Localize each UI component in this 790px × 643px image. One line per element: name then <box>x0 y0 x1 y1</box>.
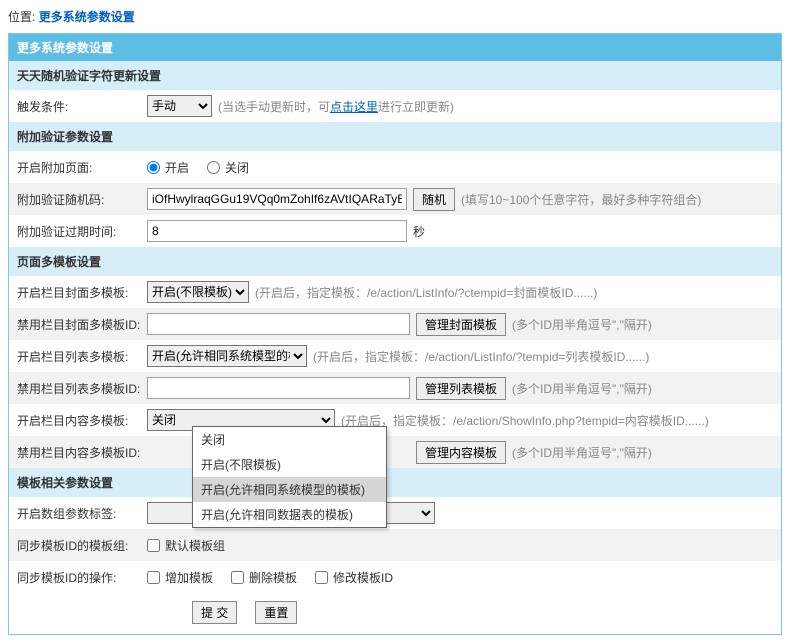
cover-open-select[interactable]: 开启(不限模板) <box>147 281 249 303</box>
loc-label: 位置: <box>8 10 35 24</box>
content-open-note: (开启后，指定模板：/e/action/ShowInfo.php?tempid=… <box>341 412 709 429</box>
code-label: 附加验证随机码: <box>17 191 147 208</box>
content-disable-label: 禁用栏目内容多模板ID: <box>17 444 147 461</box>
list-disable-note: (多个ID用半角逗号","隔开) <box>512 380 652 397</box>
section-multitpl-title: 页面多模板设置 <box>9 247 781 276</box>
manage-content-button[interactable]: 管理内容模板 <box>416 441 506 464</box>
form-buttons: 提 交 重置 <box>9 593 781 634</box>
dd-option-close[interactable]: 关闭 <box>193 427 386 452</box>
content-open-dropdown[interactable]: 关闭 开启(不限模板) 开启(允许相同系统模型的模板) 开启(允许相同数据表的模… <box>192 426 387 528</box>
cover-disable-label: 禁用栏目封面多模板ID: <box>17 316 147 333</box>
code-note: (填写10~100个任意字符，最好多种字符组合) <box>461 191 701 208</box>
chk-mod-tpl[interactable]: 修改模板ID <box>315 569 393 586</box>
content-open-label: 开启栏目内容多模板: <box>17 412 147 429</box>
dd-option-unlimited[interactable]: 开启(不限模板) <box>193 452 386 477</box>
list-open-label: 开启栏目列表多模板: <box>17 348 147 365</box>
dd-option-same-model[interactable]: 开启(允许相同系统模型的模板) <box>193 477 386 502</box>
array-tag-label: 开启数组参数标签: <box>17 505 147 522</box>
cover-disable-note: (多个ID用半角逗号","隔开) <box>512 316 652 333</box>
cover-disable-input[interactable] <box>147 313 410 335</box>
loc-value: 更多系统参数设置 <box>39 10 135 24</box>
radio-open-input[interactable] <box>147 161 160 174</box>
expire-input[interactable] <box>147 220 407 242</box>
radio-close-input[interactable] <box>207 161 220 174</box>
content-disable-note: (多个ID用半角逗号","隔开) <box>512 444 652 461</box>
update-now-link[interactable]: 点击这里 <box>330 100 378 114</box>
radio-open[interactable]: 开启 <box>147 159 189 176</box>
manage-list-button[interactable]: 管理列表模板 <box>416 377 506 400</box>
code-input[interactable] <box>147 188 407 210</box>
cover-open-note: (开启后，指定模板：/e/action/ListInfo/?ctempid=封面… <box>255 284 597 301</box>
trigger-note: (当选手动更新时，可点击这里进行立即更新) <box>218 98 454 115</box>
section-tplparam-title: 模板相关参数设置 <box>9 468 781 497</box>
submit-button[interactable]: 提 交 <box>192 601 237 624</box>
random-button[interactable]: 随机 <box>413 188 455 211</box>
panel-title: 更多系统参数设置 <box>9 34 781 61</box>
sync-op-label: 同步模板ID的操作: <box>17 569 147 586</box>
section-addon-title: 附加验证参数设置 <box>9 122 781 151</box>
section-verify-title: 天天随机验证字符更新设置 <box>9 61 781 90</box>
list-disable-input[interactable] <box>147 377 410 399</box>
chk-del-tpl[interactable]: 删除模板 <box>231 569 297 586</box>
chk-add-tpl[interactable]: 增加模板 <box>147 569 213 586</box>
expire-label: 附加验证过期时间: <box>17 223 147 240</box>
settings-panel: 更多系统参数设置 天天随机验证字符更新设置 触发条件: 手动 (当选手动更新时，… <box>8 33 782 635</box>
breadcrumb: 位置: 更多系统参数设置 <box>8 8 782 25</box>
manage-cover-button[interactable]: 管理封面模板 <box>416 313 506 336</box>
cover-open-label: 开启栏目封面多模板: <box>17 284 147 301</box>
radio-close[interactable]: 关闭 <box>207 159 249 176</box>
open-addon-label: 开启附加页面: <box>17 159 147 176</box>
list-open-select[interactable]: 开启(允许相同系统模型的模板) <box>147 345 307 367</box>
trigger-select[interactable]: 手动 <box>147 95 212 117</box>
sync-group-label: 同步模板ID的模板组: <box>17 537 147 554</box>
trigger-label: 触发条件: <box>17 98 147 115</box>
chk-default-group[interactable]: 默认模板组 <box>147 537 225 554</box>
dd-option-same-table[interactable]: 开启(允许相同数据表的模板) <box>193 502 386 527</box>
list-open-note: (开启后，指定模板：/e/action/ListInfo/?tempid=列表模… <box>313 348 649 365</box>
expire-unit: 秒 <box>413 223 425 240</box>
list-disable-label: 禁用栏目列表多模板ID: <box>17 380 147 397</box>
reset-button[interactable]: 重置 <box>255 601 297 624</box>
